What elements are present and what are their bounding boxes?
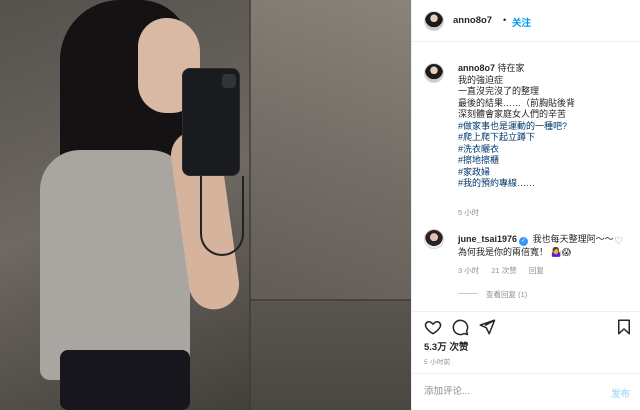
post-sidebar: anno8o7 • 关注 anno8o7 待在家 我的強迫症 一直沒完沒了的整理… bbox=[411, 0, 640, 410]
caption-line: 一直沒完沒了的整理 bbox=[458, 86, 540, 96]
bookmark-icon[interactable] bbox=[615, 318, 633, 336]
like-count[interactable]: 5.3万 次赞 bbox=[424, 339, 468, 353]
post-timestamp[interactable]: 5 小时前 bbox=[424, 356, 450, 366]
tile-seam bbox=[249, 0, 251, 410]
view-replies-label: 查看回复 (1) bbox=[486, 290, 528, 299]
separator-dot: • bbox=[503, 15, 507, 26]
comment-text: june_tsai1976 ✓ 我也每天整理阿～～為何我是你的兩倍寬！ 🤷‍♀️😱 bbox=[458, 233, 616, 258]
commenter-avatar[interactable] bbox=[424, 229, 444, 249]
action-bar bbox=[412, 311, 640, 341]
heart-outline-icon[interactable] bbox=[424, 318, 442, 336]
follow-button[interactable]: 关注 bbox=[512, 15, 531, 29]
send-icon[interactable] bbox=[478, 318, 496, 336]
caption-line: 我的強迫症 bbox=[458, 74, 504, 85]
tile-seam bbox=[250, 299, 411, 301]
hashtag-link[interactable]: #擦地擦櫃 bbox=[458, 155, 628, 167]
person-shirt bbox=[40, 150, 190, 380]
comment-likes[interactable]: 21 次赞 bbox=[491, 266, 516, 275]
comment-meta: 3 小时 21 次赞 回复 bbox=[458, 265, 554, 276]
person-shorts bbox=[60, 350, 190, 410]
post-photo[interactable] bbox=[0, 0, 411, 410]
comments-section: anno8o7 待在家 我的強迫症 一直沒完沒了的整理 最後的結果……（前胸貼後… bbox=[412, 43, 640, 311]
view-replies-button[interactable]: 查看回复 (1) bbox=[458, 289, 527, 300]
wall-tile bbox=[250, 300, 411, 410]
reply-button[interactable]: 回复 bbox=[529, 266, 544, 275]
phone-lanyard bbox=[200, 176, 244, 256]
add-comment-bar: 发布 bbox=[412, 373, 640, 410]
instagram-post: anno8o7 • 关注 anno8o7 待在家 我的強迫症 一直沒完沒了的整理… bbox=[0, 0, 640, 410]
hashtag-link[interactable]: #洗衣曬衣 bbox=[458, 144, 628, 156]
caption-text: anno8o7 待在家 我的強迫症 一直沒完沒了的整理 最後的結果……（前胸貼後… bbox=[458, 63, 628, 190]
hashtag-link[interactable]: #做家事也是運動的一種吧? bbox=[458, 121, 628, 133]
divider-dash bbox=[458, 293, 478, 294]
commenter-username[interactable]: june_tsai1976 bbox=[458, 234, 517, 244]
hashtag-link[interactable]: #家政婦 bbox=[458, 167, 628, 179]
comment-icon[interactable] bbox=[451, 318, 469, 336]
caption-line: 深刻體會家庭女人們的辛苦 bbox=[458, 109, 567, 119]
caption-username[interactable]: anno8o7 bbox=[458, 63, 495, 73]
hashtag-link[interactable]: #爬上爬下起立蹲下 bbox=[458, 132, 628, 144]
caption-timestamp[interactable]: 5 小时 bbox=[458, 207, 479, 218]
post-header: anno8o7 • 关注 bbox=[412, 0, 640, 42]
author-avatar[interactable] bbox=[424, 11, 444, 31]
wall-tile bbox=[250, 0, 411, 300]
comment-input[interactable] bbox=[424, 386, 584, 397]
hashtag-link[interactable]: #我的預約專線…… bbox=[458, 178, 628, 190]
author-username[interactable]: anno8o7 bbox=[453, 15, 492, 26]
caption-line: 最後的結果……（前胸貼後背 bbox=[458, 97, 576, 108]
publish-button[interactable]: 发布 bbox=[611, 386, 630, 400]
caption-line: 待在家 bbox=[497, 63, 525, 73]
verified-badge-icon: ✓ bbox=[519, 237, 529, 246]
comment-timestamp[interactable]: 3 小时 bbox=[458, 266, 479, 275]
phone-camera bbox=[222, 74, 236, 88]
comment-like-icon[interactable]: ♡ bbox=[614, 236, 623, 247]
caption-avatar[interactable] bbox=[424, 63, 444, 83]
